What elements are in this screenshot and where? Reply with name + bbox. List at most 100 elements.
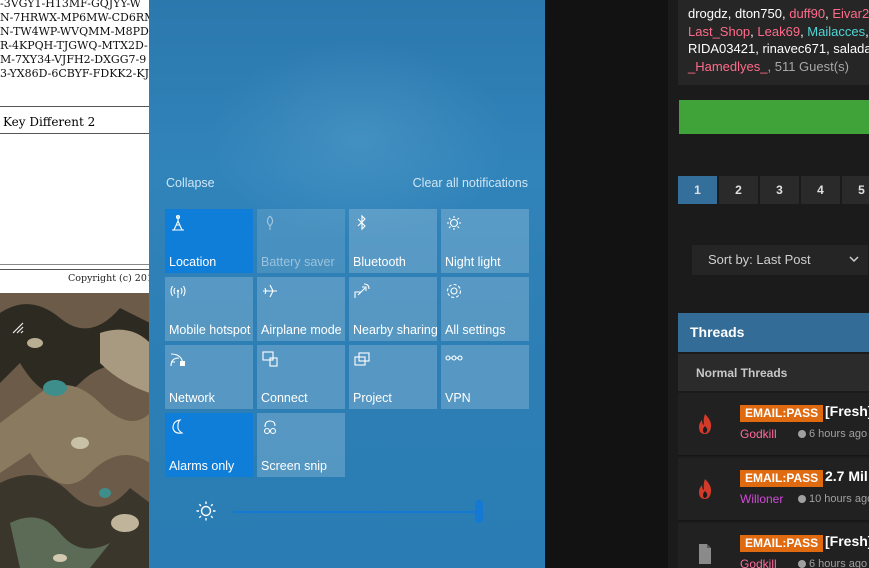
project-tile[interactable]: Project [349, 345, 437, 409]
moon-icon [172, 419, 184, 434]
camouflage-image [0, 293, 150, 568]
page-button[interactable]: 3 [760, 176, 799, 204]
nearby-sharing-tile[interactable]: Nearby sharing [349, 277, 438, 341]
username-link[interactable]: duff90 [789, 6, 825, 21]
location-icon [172, 214, 184, 231]
divider [0, 269, 150, 270]
tile-label: Nearby sharing [353, 323, 438, 337]
screen-snip-tile[interactable]: Screen snip [257, 413, 345, 477]
tile-label: All settings [445, 323, 506, 337]
bluetooth-tile[interactable]: Bluetooth [349, 209, 437, 273]
chevron-down-icon [849, 256, 859, 263]
all-settings-tile[interactable]: All settings [441, 277, 529, 341]
username-link[interactable]: Eivar23 [832, 6, 869, 21]
key-line: M-7XY34-VJFH2-DXGG7-9 [0, 53, 147, 66]
thread-time-text: 6 hours ago [809, 558, 868, 568]
network-tile[interactable]: Network [165, 345, 253, 409]
tile-label: Connect [261, 391, 308, 405]
brightness-icon [196, 501, 216, 521]
copyright-text: Copyright (c) 2019 - [68, 273, 150, 284]
tile-label: VPN [445, 391, 471, 405]
online-users-line: RIDA03421, rinavec671, saladas [688, 41, 869, 56]
battery-saver-tile[interactable]: Battery saver [257, 209, 345, 273]
clock-icon [798, 430, 806, 438]
thread-row[interactable]: EMAIL:PASS [Fresh] Godkill 6 hours ago [678, 393, 869, 456]
threads-title: Threads [690, 324, 745, 340]
online-users-box: drogdz, dton750, duff90, Eivar23 Last_Sh… [678, 0, 869, 85]
thread-title[interactable]: [Fresh] [825, 403, 869, 419]
online-users-line: drogdz, dton750, duff90, Eivar23 [688, 6, 869, 21]
threads-header: Threads [678, 313, 869, 352]
key-different-heading: Key Different 2 [3, 115, 96, 129]
gear-icon [446, 283, 462, 299]
username-link[interactable]: _Hamedlyes_ [688, 59, 768, 74]
mobile-hotspot-icon [170, 285, 186, 298]
prefix-badge[interactable]: EMAIL:PASS [740, 535, 824, 552]
thread-author[interactable]: Willoner [740, 492, 783, 506]
night-light-tile[interactable]: Night light [441, 209, 529, 273]
collapse-link[interactable]: Collapse [166, 176, 215, 190]
vpn-icon [445, 355, 463, 361]
airplane-icon [263, 284, 277, 298]
thread-author[interactable]: Godkill [740, 557, 777, 568]
location-tile[interactable]: Location [165, 209, 253, 273]
page-button[interactable]: 1 [678, 176, 717, 204]
key-line: N-TW4WP-WVQMM-M8PDC [0, 25, 150, 38]
screen-snip-icon [263, 420, 277, 435]
tile-label: Location [169, 255, 217, 269]
bluetooth-icon [357, 214, 366, 231]
fire-icon [699, 479, 712, 499]
key-line: R-4KPQH-TJGWQ-MTX2D- [0, 39, 148, 52]
key-line: 3-YX86D-6CBYF-FDKK2-KJ [0, 67, 149, 80]
tile-label: Airplane mode [261, 323, 342, 337]
mobile-hotspot-tile[interactable]: Mobile hotspot [165, 277, 253, 341]
key-line: -3VGY1-H13MF-GQJYY-W [0, 0, 141, 10]
sort-label: Sort by: Last Post [708, 252, 811, 267]
separator: , [727, 6, 735, 21]
tile-label: Mobile hotspot [169, 323, 251, 337]
green-action-bar[interactable] [679, 100, 869, 134]
clock-icon [798, 560, 806, 568]
document-icon [699, 544, 711, 564]
username-link[interactable]: Leak69 [757, 24, 800, 39]
vpn-tile[interactable]: VPN [441, 345, 529, 409]
tile-label: Network [169, 391, 215, 405]
tile-label: Night light [445, 255, 501, 269]
username-link[interactable]: drogdz [688, 6, 728, 21]
username-link[interactable]: Mailacces [807, 24, 865, 39]
page-button[interactable]: 5 [842, 176, 869, 204]
thread-time: 6 hours ago [798, 428, 867, 440]
username-link[interactable]: RIDA03421 [688, 41, 755, 56]
brightness-slider-track[interactable] [233, 511, 481, 513]
thread-author[interactable]: Godkill [740, 427, 777, 441]
thread-row[interactable]: EMAIL:PASS 2.7 Mil Willoner 10 hours ago [678, 458, 869, 521]
username-link[interactable]: saladas [833, 41, 869, 56]
connect-tile[interactable]: Connect [257, 345, 345, 409]
battery-saver-icon [266, 215, 274, 230]
brightness-slider-thumb[interactable] [475, 500, 483, 523]
username-link[interactable]: rinavec671 [762, 41, 826, 56]
tile-label: Screen snip [261, 459, 328, 473]
thread-title[interactable]: 2.7 Mil [825, 468, 868, 484]
tile-label: Bluetooth [353, 255, 406, 269]
normal-threads-header: Normal Threads [678, 354, 869, 391]
prefix-badge[interactable]: EMAIL:PASS [740, 405, 824, 422]
alarms-only-tile[interactable]: Alarms only [165, 413, 253, 477]
thread-time-text: 10 hours ago [809, 493, 869, 505]
prefix-badge[interactable]: EMAIL:PASS [740, 470, 824, 487]
normal-threads-title: Normal Threads [696, 366, 788, 380]
screen-gap [545, 0, 668, 568]
network-icon [170, 353, 185, 367]
page-button[interactable]: 4 [801, 176, 840, 204]
username-link[interactable]: dton750 [735, 6, 782, 21]
page-button[interactable]: 2 [719, 176, 758, 204]
resize-grip-icon [12, 322, 24, 334]
thread-title[interactable]: [Fresh] [825, 533, 869, 549]
clear-all-notifications-link[interactable]: Clear all notifications [413, 176, 528, 190]
thread-row[interactable]: EMAIL:PASS [Fresh] Godkill 6 hours ago [678, 523, 869, 568]
divider [0, 106, 150, 107]
username-link[interactable]: Last_Shop [688, 24, 750, 39]
sort-dropdown[interactable]: Sort by: Last Post [692, 245, 868, 275]
nearby-sharing-icon [354, 283, 370, 298]
airplane-mode-tile[interactable]: Airplane mode [257, 277, 345, 341]
